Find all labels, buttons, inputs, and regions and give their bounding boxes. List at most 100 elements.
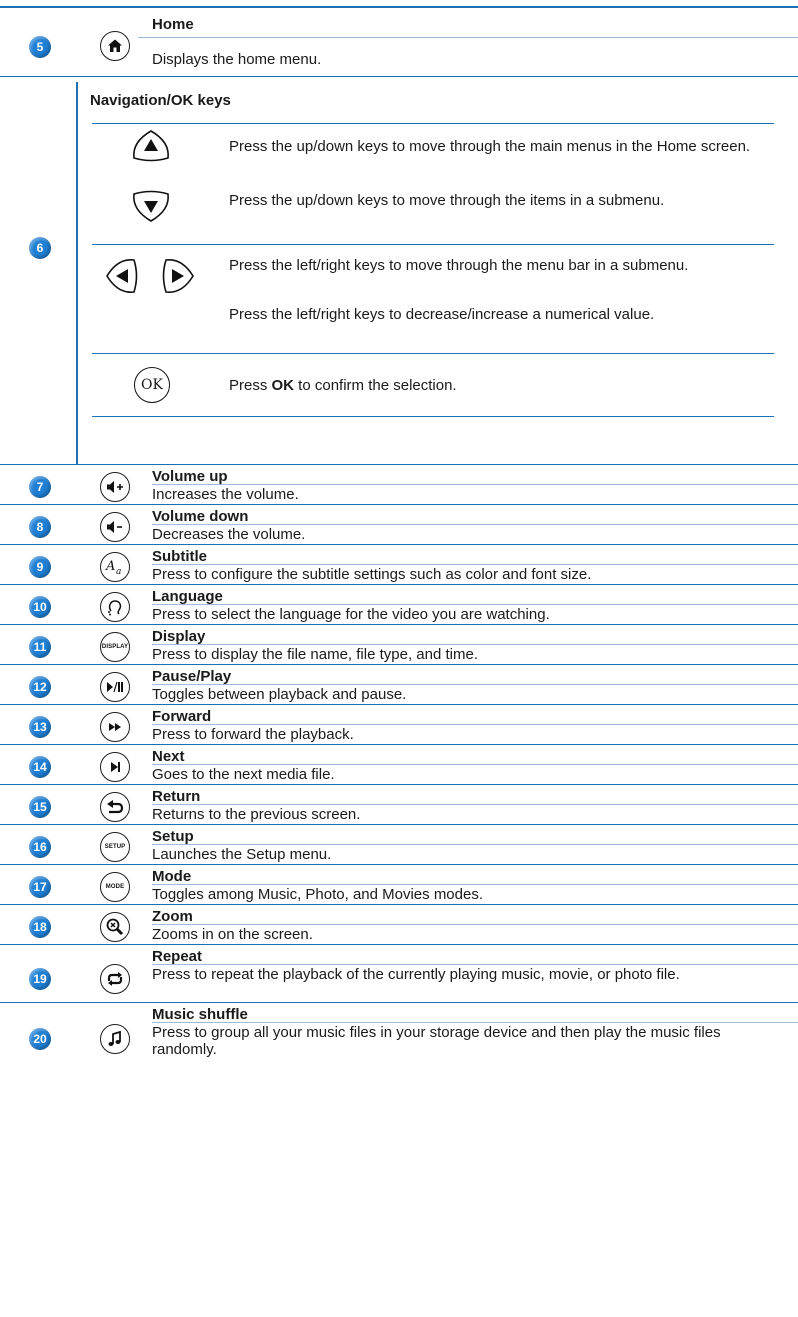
row-divider xyxy=(0,664,798,665)
ok-key-label: OK xyxy=(141,377,163,393)
item-title: Pause/Play xyxy=(152,668,232,685)
row-divider xyxy=(0,544,798,545)
item-description: Press to select the language for the vid… xyxy=(152,606,550,623)
item-description: Increases the volume. xyxy=(152,486,299,503)
item-number-badge: 19 xyxy=(29,968,51,990)
title-divider xyxy=(152,724,798,725)
item-title: Forward xyxy=(152,708,212,725)
left-key-icon xyxy=(106,259,138,293)
nav-section-bar xyxy=(76,82,78,464)
item-title: Volume down xyxy=(152,508,249,525)
item-description: Press to group all your music files in y… xyxy=(152,1024,721,1058)
item-title: Return xyxy=(152,788,201,805)
title-divider xyxy=(152,684,798,685)
ok-description-bold: OK xyxy=(271,377,295,394)
up-down-description-1: Press the up/down keys to move through t… xyxy=(229,138,751,155)
row-divider xyxy=(0,464,798,465)
item-number-badge: 14 xyxy=(29,756,51,778)
title-divider xyxy=(152,604,798,605)
forward-icon xyxy=(100,712,130,742)
item-number-badge: 15 xyxy=(29,796,51,818)
title-divider xyxy=(152,484,798,485)
remote-control-keys-page: 5 Home Displays the home menu. 6 Navigat… xyxy=(0,0,798,1317)
item-description: Zooms in on the screen. xyxy=(152,926,313,943)
item-description: Press to forward the playback. xyxy=(152,726,354,743)
item-title: Display xyxy=(152,628,206,645)
pause-play-icon xyxy=(100,672,130,702)
title-divider xyxy=(138,37,798,38)
right-key-icon xyxy=(162,259,194,293)
row-divider xyxy=(0,864,798,865)
mode-icon: MODE xyxy=(100,872,130,902)
item-description: Toggles among Music, Photo, and Movies m… xyxy=(152,886,484,903)
item-number-badge: 16 xyxy=(29,836,51,858)
row-divider xyxy=(0,76,798,77)
item-description: Press to configure the subtitle settings… xyxy=(152,566,592,583)
nav-divider xyxy=(92,416,774,417)
item-number-badge: 10 xyxy=(29,596,51,618)
svg-text:a: a xyxy=(116,567,121,576)
setup-icon: SETUP xyxy=(100,832,130,862)
up-key-icon xyxy=(133,130,169,162)
item-description: Launches the Setup menu. xyxy=(152,846,332,863)
row-divider xyxy=(0,784,798,785)
title-divider xyxy=(152,764,798,765)
item-title: Repeat xyxy=(152,948,203,965)
left-right-description-2: Press the left/right keys to decrease/in… xyxy=(229,306,655,323)
down-key-icon xyxy=(133,190,169,222)
volume-down-icon xyxy=(100,512,130,542)
item-number-badge: 13 xyxy=(29,716,51,738)
item-number-badge: 18 xyxy=(29,916,51,938)
zoom-icon xyxy=(100,912,130,942)
title-divider xyxy=(152,564,798,565)
item-description: Decreases the volume. xyxy=(152,526,306,543)
item-number-badge: 7 xyxy=(29,476,51,498)
music-shuffle-icon xyxy=(100,1024,130,1054)
return-icon xyxy=(100,792,130,822)
item-title: Mode xyxy=(152,868,192,885)
nav-divider xyxy=(92,353,774,354)
item-description: Goes to the next media file. xyxy=(152,766,335,783)
item-number-badge: 20 xyxy=(29,1028,51,1050)
row-divider xyxy=(0,624,798,625)
title-divider xyxy=(152,804,798,805)
item-number-badge: 11 xyxy=(29,636,51,658)
nav-divider xyxy=(92,244,774,245)
item-description: Press to display the file name, file typ… xyxy=(152,646,478,663)
title-divider xyxy=(152,924,798,925)
title-divider xyxy=(152,644,798,645)
next-icon xyxy=(100,752,130,782)
title-divider xyxy=(152,964,798,965)
icon-label: SETUP xyxy=(104,844,126,850)
icon-label: MODE xyxy=(105,884,125,890)
ok-description: Press OK to confirm the selection. xyxy=(229,377,759,394)
language-icon xyxy=(100,592,130,622)
item-title: Language xyxy=(152,588,223,605)
ok-key-icon: OK xyxy=(134,367,170,403)
title-divider xyxy=(152,1022,798,1023)
row-divider xyxy=(0,744,798,745)
item-description: Press to repeat the playback of the curr… xyxy=(152,966,680,983)
item-number-badge: 17 xyxy=(29,876,51,898)
item-number-badge: 12 xyxy=(29,676,51,698)
item-title: Music shuffle xyxy=(152,1006,248,1023)
item-number-badge: 8 xyxy=(29,516,51,538)
item-number-badge: 6 xyxy=(29,237,51,259)
item-description: Displays the home menu. xyxy=(152,51,322,68)
item-description: Toggles between playback and pause. xyxy=(152,686,407,703)
row-divider xyxy=(0,824,798,825)
title-divider xyxy=(152,524,798,525)
nav-divider xyxy=(92,123,774,124)
item-number-badge: 9 xyxy=(29,556,51,578)
icon-label: DISPLAY xyxy=(101,644,129,650)
item-title: Setup xyxy=(152,828,194,845)
repeat-icon xyxy=(100,964,130,994)
home-icon xyxy=(100,31,130,61)
item-title: Volume up xyxy=(152,468,228,485)
title-divider xyxy=(152,884,798,885)
left-right-description-1: Press the left/right keys to move throug… xyxy=(229,257,689,274)
item-title: Zoom xyxy=(152,908,193,925)
row-divider xyxy=(0,1002,798,1003)
row-divider xyxy=(0,704,798,705)
item-description: Returns to the previous screen. xyxy=(152,806,361,823)
